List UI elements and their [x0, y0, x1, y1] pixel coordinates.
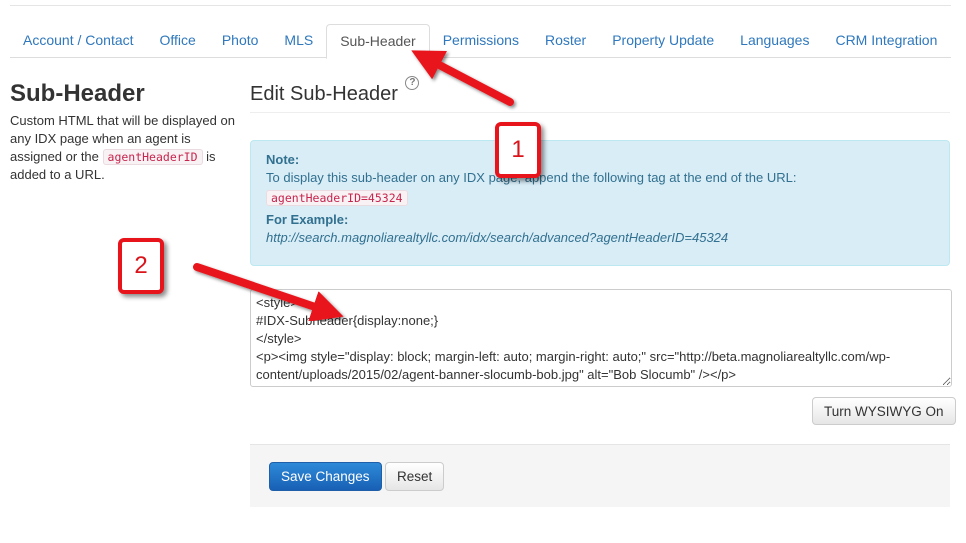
annotation-callout-1: 1	[495, 122, 541, 178]
annotation-arrow-2	[193, 263, 344, 322]
annotation-callout-2: 2	[118, 238, 164, 294]
annotation-arrow-1	[411, 50, 514, 106]
